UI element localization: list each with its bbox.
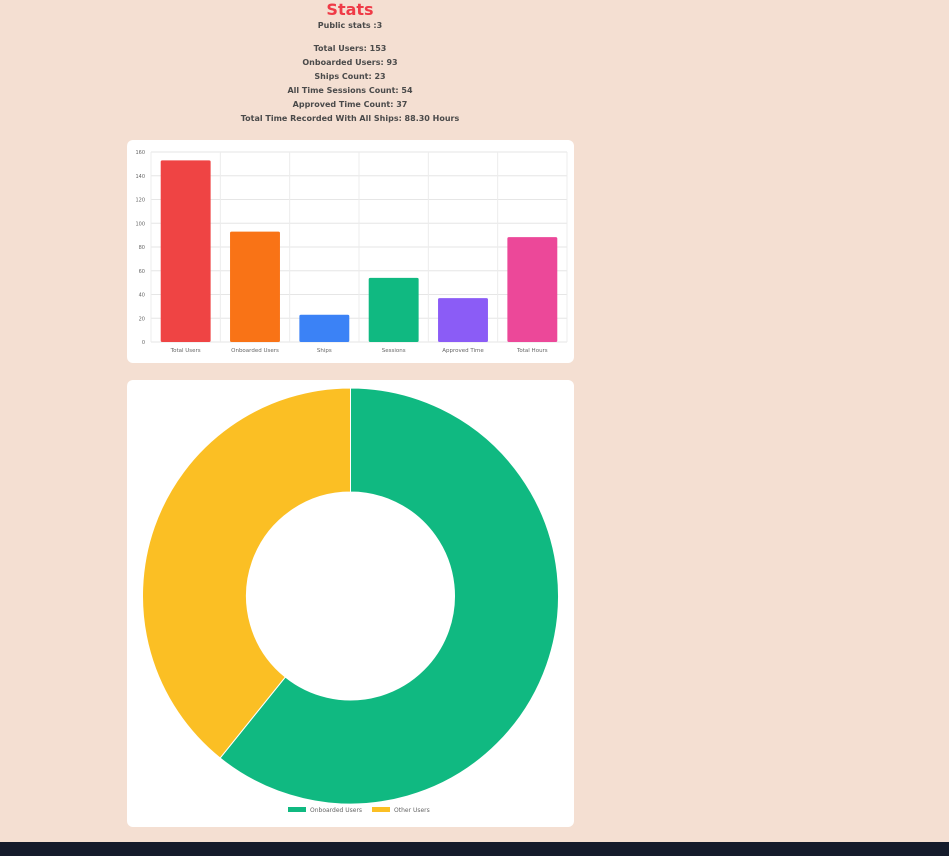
bar-total-users <box>160 160 211 342</box>
bar-chart-card: 0 20 40 60 80 100 120 140 160 Total Users Onboarde… <box>127 140 574 363</box>
doughnut-chart: Onboarded Users Other Users <box>142 387 559 814</box>
page-subtitle: Public stats :3 <box>317 21 383 30</box>
bar-total-hours <box>507 237 558 342</box>
legend-label: Other Users <box>394 807 430 814</box>
x-tick-label: Onboarded Users <box>231 348 279 354</box>
legend-label: Onboarded Users <box>310 807 362 814</box>
stats-list: Total Users: 153 Onboarded Users: 93 Shi… <box>0 42 700 126</box>
y-tick-label: 160 <box>135 150 145 156</box>
stat-approved-time: Approved Time Count: 37 <box>292 100 408 109</box>
page-header: Stats Public stats :3 Total Users: 153 O… <box>0 0 700 126</box>
footer-bar <box>0 842 949 856</box>
y-tick-label: 0 <box>142 340 145 346</box>
stat-onboarded-users: Onboarded Users: 93 <box>302 58 398 67</box>
stat-ships-count: Ships Count: 23 <box>314 72 386 81</box>
bar-onboarded-users <box>230 231 280 342</box>
bar-ships <box>299 314 350 342</box>
legend-swatch <box>288 807 306 812</box>
bar-approved-time <box>438 298 488 342</box>
bar-chart: 0 20 40 60 80 100 120 140 160 Total Users Onboarde… <box>135 150 568 354</box>
legend-swatch <box>372 807 390 812</box>
page-title: Stats <box>326 0 374 19</box>
x-tick-label: Ships <box>317 348 332 354</box>
bar-sessions <box>368 277 419 342</box>
y-tick-label: 80 <box>139 245 145 251</box>
stat-sessions-count: All Time Sessions Count: 54 <box>287 86 413 95</box>
y-tick-label: 100 <box>135 221 145 227</box>
y-tick-label: 140 <box>135 174 145 180</box>
x-tick-label: Approved Time <box>442 348 484 354</box>
doughnut-chart-card: Onboarded Users Other Users <box>127 380 574 827</box>
y-tick-label: 60 <box>139 269 145 275</box>
x-tick-label: Total Hours <box>516 348 548 354</box>
y-tick-label: 120 <box>135 198 145 204</box>
y-tick-label: 40 <box>139 293 145 299</box>
x-tick-label: Sessions <box>382 348 406 354</box>
stat-total-time: Total Time Recorded With All Ships: 88.3… <box>240 114 460 123</box>
x-tick-label: Total Users <box>170 348 201 354</box>
y-tick-label: 20 <box>139 316 145 322</box>
stat-total-users: Total Users: 153 <box>313 44 387 53</box>
